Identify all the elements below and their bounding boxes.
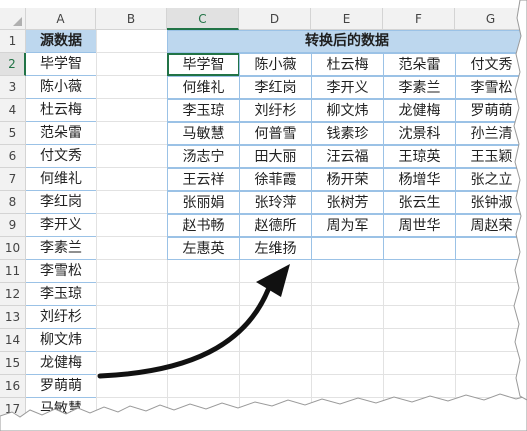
table-cell[interactable]: 周世华 <box>383 214 456 237</box>
spreadsheet: A B C D E F G 1 2 3 4 5 6 7 8 9 10 11 12 13 14 15 16 17 … <box>0 0 527 431</box>
table-cell[interactable]: 何维礼 <box>167 76 240 99</box>
source-data-cell[interactable]: 付文秀 <box>26 145 96 168</box>
row-header[interactable]: 9 <box>0 214 26 237</box>
row-header[interactable]: 8 <box>0 191 26 214</box>
table-cell[interactable]: 付文秀 <box>455 53 527 76</box>
table-cell[interactable]: 杨增华 <box>383 168 456 191</box>
table-cell[interactable]: 李玉琼 <box>167 99 240 122</box>
gridline <box>26 328 527 329</box>
source-data-cell[interactable]: 刘纡杉 <box>26 306 96 329</box>
table-cell[interactable]: 张丽娟 <box>167 191 240 214</box>
gridline <box>26 282 527 283</box>
source-data-cell[interactable]: 李开义 <box>26 214 96 237</box>
source-data-cell[interactable]: 李红岗 <box>26 191 96 214</box>
table-cell[interactable]: 赵德所 <box>239 214 312 237</box>
gridline <box>26 397 527 398</box>
table-cell[interactable]: 马敏慧 <box>167 122 240 145</box>
column-header-c[interactable]: C <box>167 8 239 30</box>
column-header-f[interactable]: F <box>383 8 455 30</box>
column-header-a[interactable]: A <box>26 8 96 30</box>
table-cell[interactable]: 李开义 <box>311 76 384 99</box>
gridline <box>96 30 97 431</box>
select-all-corner[interactable] <box>0 8 26 30</box>
table-cell[interactable]: 龙健梅 <box>383 99 456 122</box>
row-header[interactable]: 14 <box>0 329 26 352</box>
table-cell[interactable]: 孙兰清 <box>455 122 527 145</box>
column-header-g[interactable]: G <box>455 8 527 30</box>
gridline <box>26 351 527 352</box>
table-cell[interactable]: 李红岗 <box>239 76 312 99</box>
column-header-e[interactable]: E <box>311 8 383 30</box>
table-cell[interactable]: 田大丽 <box>239 145 312 168</box>
table-cell[interactable]: 何普雪 <box>239 122 312 145</box>
table-cell[interactable]: 张之立 <box>455 168 527 191</box>
row-header[interactable]: 1 <box>0 30 26 53</box>
table-cell[interactable]: 张玲萍 <box>239 191 312 214</box>
table-cell[interactable] <box>455 237 527 260</box>
gridline <box>26 305 527 306</box>
table-cell[interactable]: 柳文炜 <box>311 99 384 122</box>
table-cell[interactable]: 左惠英 <box>167 237 240 260</box>
table-cell[interactable]: 徐菲霞 <box>239 168 312 191</box>
gridline <box>26 374 527 375</box>
row-header[interactable]: 11 <box>0 260 26 283</box>
table-cell[interactable]: 罗萌萌 <box>455 99 527 122</box>
table-cell[interactable]: 王琼英 <box>383 145 456 168</box>
column-header-d[interactable]: D <box>239 8 311 30</box>
row-header[interactable]: 7 <box>0 168 26 191</box>
table-cell[interactable]: 李雪松 <box>455 76 527 99</box>
table-cell[interactable]: 李素兰 <box>383 76 456 99</box>
table-cell[interactable]: 张云生 <box>383 191 456 214</box>
table-cell[interactable] <box>311 237 384 260</box>
row-header[interactable]: 16 <box>0 375 26 398</box>
source-data-cell[interactable]: 范朵雷 <box>26 122 96 145</box>
source-data-cell[interactable]: 毕学智 <box>26 53 96 76</box>
table-cell[interactable]: 左维扬 <box>239 237 312 260</box>
table-cell[interactable]: 周赵荣 <box>455 214 527 237</box>
row-header[interactable]: 15 <box>0 352 26 375</box>
source-data-cell[interactable]: 李雪松 <box>26 260 96 283</box>
column-header-b[interactable]: B <box>96 8 167 30</box>
source-data-cell[interactable]: 柳文炜 <box>26 329 96 352</box>
table-cell[interactable]: 刘纡杉 <box>239 99 312 122</box>
source-data-cell[interactable]: 李素兰 <box>26 237 96 260</box>
transformed-table-title[interactable]: 转换后的数据 <box>167 30 527 53</box>
table-cell[interactable]: 沈景科 <box>383 122 456 145</box>
table-cell[interactable]: 汤志宁 <box>167 145 240 168</box>
table-cell[interactable]: 赵书畅 <box>167 214 240 237</box>
active-table-cell[interactable]: 毕学智 <box>167 53 240 76</box>
table-cell[interactable]: 张钟淑 <box>455 191 527 214</box>
source-data-cell[interactable]: 罗萌萌 <box>26 375 96 398</box>
row-header[interactable]: 4 <box>0 99 26 122</box>
table-cell[interactable]: 张树芳 <box>311 191 384 214</box>
gridline <box>26 420 527 421</box>
select-all-triangle-icon <box>13 17 22 26</box>
table-cell[interactable]: 杨开荣 <box>311 168 384 191</box>
table-cell[interactable] <box>383 237 456 260</box>
row-header[interactable]: 17 <box>0 398 26 421</box>
row-header[interactable]: 3 <box>0 76 26 99</box>
row-header[interactable]: 10 <box>0 237 26 260</box>
table-cell[interactable]: 周为军 <box>311 214 384 237</box>
source-data-cell[interactable]: 何维礼 <box>26 168 96 191</box>
source-data-cell[interactable]: 马敏慧 <box>26 398 96 421</box>
row-header[interactable]: 6 <box>0 145 26 168</box>
table-cell[interactable]: 王云祥 <box>167 168 240 191</box>
row-header[interactable]: 5 <box>0 122 26 145</box>
table-cell[interactable]: 范朵雷 <box>383 53 456 76</box>
table-cell[interactable]: 钱素珍 <box>311 122 384 145</box>
row-header[interactable]: 13 <box>0 306 26 329</box>
source-data-cell[interactable]: 陈小薇 <box>26 76 96 99</box>
table-cell[interactable]: 陈小薇 <box>239 53 312 76</box>
table-cell[interactable]: 汪云福 <box>311 145 384 168</box>
source-data-header[interactable]: 源数据 <box>26 30 96 53</box>
row-header[interactable]: 2 <box>0 53 26 76</box>
table-cell[interactable]: 王玉颖 <box>455 145 527 168</box>
source-data-cell[interactable]: 龙健梅 <box>26 352 96 375</box>
source-data-cell[interactable]: 杜云梅 <box>26 99 96 122</box>
source-data-cell[interactable]: 李玉琼 <box>26 283 96 306</box>
table-cell[interactable]: 杜云梅 <box>311 53 384 76</box>
row-header[interactable]: 12 <box>0 283 26 306</box>
